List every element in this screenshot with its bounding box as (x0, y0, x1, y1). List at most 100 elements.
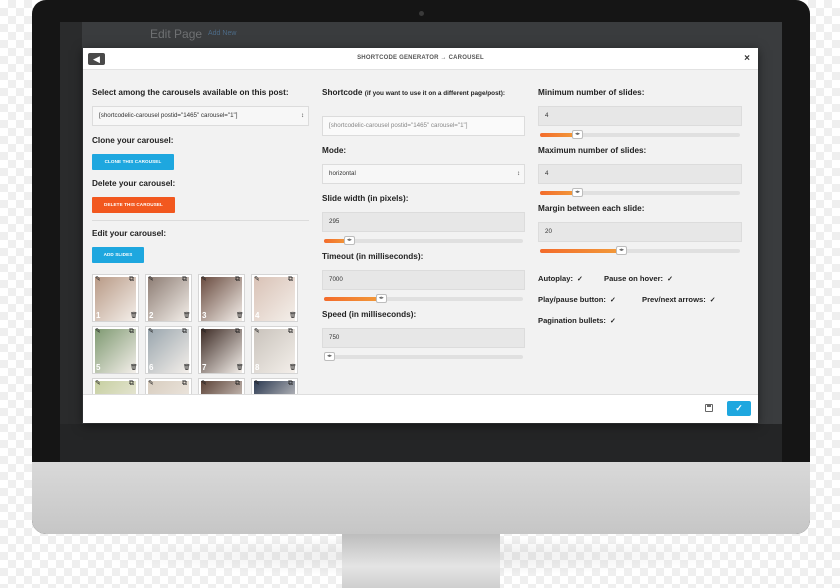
edit-pencil-icon[interactable]: ✎ (201, 276, 207, 284)
slide-thumbnail[interactable]: ✎ ⧉ 🗑 8 (251, 326, 298, 374)
slider-handle[interactable]: ◂▸ (572, 188, 583, 197)
prev-next-checkbox[interactable]: ✓ (710, 297, 717, 304)
slide-thumbnail[interactable]: ✎ ⧉ 🗑 3 (198, 274, 245, 322)
imac-stand (342, 534, 500, 588)
edit-pencil-icon[interactable]: ✎ (148, 276, 154, 284)
shortcode-hint: (if you want to use it on a different pa… (364, 90, 506, 97)
trash-icon[interactable]: 🗑 (236, 364, 244, 372)
max-slides-slider[interactable]: ◂▸ (540, 188, 740, 197)
camera-icon (419, 11, 424, 16)
shortcode-label: Shortcode (if you want to use it on a di… (322, 88, 505, 99)
duplicate-icon[interactable]: ⧉ (182, 276, 187, 284)
edit-pencil-icon[interactable]: ✎ (254, 380, 260, 388)
trash-icon[interactable]: 🗑 (130, 364, 138, 372)
screen: Edit Page Add New ◀ SHORTCODE GENERATOR … (60, 22, 782, 462)
timeout-slider[interactable]: ◂▸ (324, 294, 523, 303)
autoplay-label: Autoplay: (538, 274, 574, 283)
confirm-button[interactable]: ✓ (727, 401, 751, 416)
slide-width-slider[interactable]: ◂▸ (324, 236, 523, 245)
min-slides-input[interactable]: 4 (538, 106, 742, 126)
duplicate-icon[interactable]: ⧉ (182, 328, 187, 336)
slide-thumbnail[interactable]: ✎ ⧉ 🗑 7 (198, 326, 245, 374)
slide-number: 6 (149, 363, 154, 372)
select-arrows-icon: ↕ (301, 113, 304, 119)
page-title: Edit Page (150, 27, 203, 41)
play-pause-label: Play/pause button: (538, 295, 606, 304)
edit-pencil-icon[interactable]: ✎ (201, 380, 207, 388)
slider-handle[interactable]: ◂▸ (375, 294, 387, 303)
delete-carousel-button[interactable]: DELETE THIS CAROUSEL (92, 197, 175, 213)
save-icon[interactable] (705, 404, 713, 412)
pause-on-hover-option: Pause on hover: ✓ (604, 274, 674, 283)
timeout-input[interactable]: 7000 (322, 270, 525, 290)
slide-thumbnail[interactable]: ✎⧉🗑 (251, 378, 298, 394)
slider-handle[interactable]: ◂▸ (572, 130, 583, 139)
edit-pencil-icon[interactable]: ✎ (95, 276, 101, 284)
divider (92, 220, 309, 221)
add-slides-button[interactable]: ADD SLIDES (92, 247, 144, 263)
slide-thumbnail[interactable]: ✎⧉🗑 (92, 378, 139, 394)
duplicate-icon[interactable]: ⧉ (235, 380, 240, 388)
slide-thumbnail[interactable]: ✎ ⧉ 🗑 2 (145, 274, 192, 322)
slide-thumbnail[interactable]: ✎ ⧉ 🗑 6 (145, 326, 192, 374)
edit-pencil-icon[interactable]: ✎ (254, 276, 260, 284)
pagination-checkbox[interactable]: ✓ (610, 318, 617, 325)
trash-icon[interactable]: 🗑 (236, 312, 244, 320)
duplicate-icon[interactable]: ⧉ (182, 380, 187, 388)
slider-handle[interactable]: ◂▸ (343, 236, 355, 245)
close-icon[interactable]: × (744, 53, 750, 64)
pause-on-hover-checkbox[interactable]: ✓ (667, 276, 674, 283)
trash-icon[interactable]: 🗑 (130, 312, 138, 320)
slider-handle[interactable]: ◂▸ (323, 352, 335, 361)
trash-icon[interactable]: 🗑 (289, 312, 297, 320)
modal-header: ◀ SHORTCODE GENERATOR → CAROUSEL × (83, 48, 758, 70)
add-new-link[interactable]: Add New (208, 30, 236, 37)
margin-label: Margin between each slide: (538, 204, 645, 213)
edit-pencil-icon[interactable]: ✎ (201, 328, 207, 336)
play-pause-checkbox[interactable]: ✓ (610, 297, 617, 304)
slide-thumbnail[interactable]: ✎ ⧉ 🗑 5 (92, 326, 139, 374)
edit-pencil-icon[interactable]: ✎ (148, 328, 154, 336)
duplicate-icon[interactable]: ⧉ (235, 328, 240, 336)
slide-thumbnail[interactable]: ✎⧉🗑 (145, 378, 192, 394)
shortcode-field[interactable]: [shortcodelic-carousel postid="1465" car… (322, 116, 525, 136)
trash-icon[interactable]: 🗑 (183, 312, 191, 320)
duplicate-icon[interactable]: ⧉ (288, 328, 293, 336)
slide-thumbnail[interactable]: ✎ ⧉ 🗑 1 (92, 274, 139, 322)
speed-slider[interactable]: ◂▸ (323, 352, 523, 361)
edit-pencil-icon[interactable]: ✎ (95, 380, 101, 388)
mode-select[interactable]: horizontal ↕ (322, 164, 525, 184)
slide-width-input[interactable]: 295 (322, 212, 525, 232)
duplicate-icon[interactable]: ⧉ (288, 276, 293, 284)
duplicate-icon[interactable]: ⧉ (129, 380, 134, 388)
trash-icon[interactable]: 🗑 (289, 364, 297, 372)
select-arrows-icon: ↕ (517, 171, 520, 177)
speed-input[interactable]: 750 (322, 328, 525, 348)
slide-thumbnail[interactable]: ✎ ⧉ 🗑 4 (251, 274, 298, 322)
speed-label: Speed (in milliseconds): (322, 310, 417, 319)
edit-pencil-icon[interactable]: ✎ (95, 328, 101, 336)
carousel-select-value: [shortcodelic-carousel postid="1465" car… (99, 112, 238, 119)
delete-label: Delete your carousel: (92, 179, 176, 188)
select-carousel-label: Select among the carousels available on … (92, 88, 289, 97)
min-slides-slider[interactable]: ◂▸ (540, 130, 740, 139)
timeout-label: Timeout (in milliseconds): (322, 252, 424, 261)
duplicate-icon[interactable]: ⧉ (235, 276, 240, 284)
slide-width-label: Slide width (in pixels): (322, 194, 409, 203)
max-slides-input[interactable]: 4 (538, 164, 742, 184)
edit-label: Edit your carousel: (92, 229, 167, 238)
slide-thumbnail[interactable]: ✎⧉🗑 (198, 378, 245, 394)
edit-pencil-icon[interactable]: ✎ (254, 328, 260, 336)
margin-slider[interactable]: ◂▸ (540, 246, 740, 255)
edit-pencil-icon[interactable]: ✎ (148, 380, 154, 388)
clone-carousel-button[interactable]: CLONE THIS CAROUSEL (92, 154, 174, 170)
duplicate-icon[interactable]: ⧉ (288, 380, 293, 388)
duplicate-icon[interactable]: ⧉ (129, 328, 134, 336)
margin-input[interactable]: 20 (538, 222, 742, 242)
duplicate-icon[interactable]: ⧉ (129, 276, 134, 284)
pagination-label: Pagination bullets: (538, 316, 606, 325)
trash-icon[interactable]: 🗑 (183, 364, 191, 372)
slider-handle[interactable]: ◂▸ (616, 246, 627, 255)
carousel-select[interactable]: [shortcodelic-carousel postid="1465" car… (92, 106, 309, 126)
autoplay-checkbox[interactable]: ✓ (577, 276, 584, 283)
